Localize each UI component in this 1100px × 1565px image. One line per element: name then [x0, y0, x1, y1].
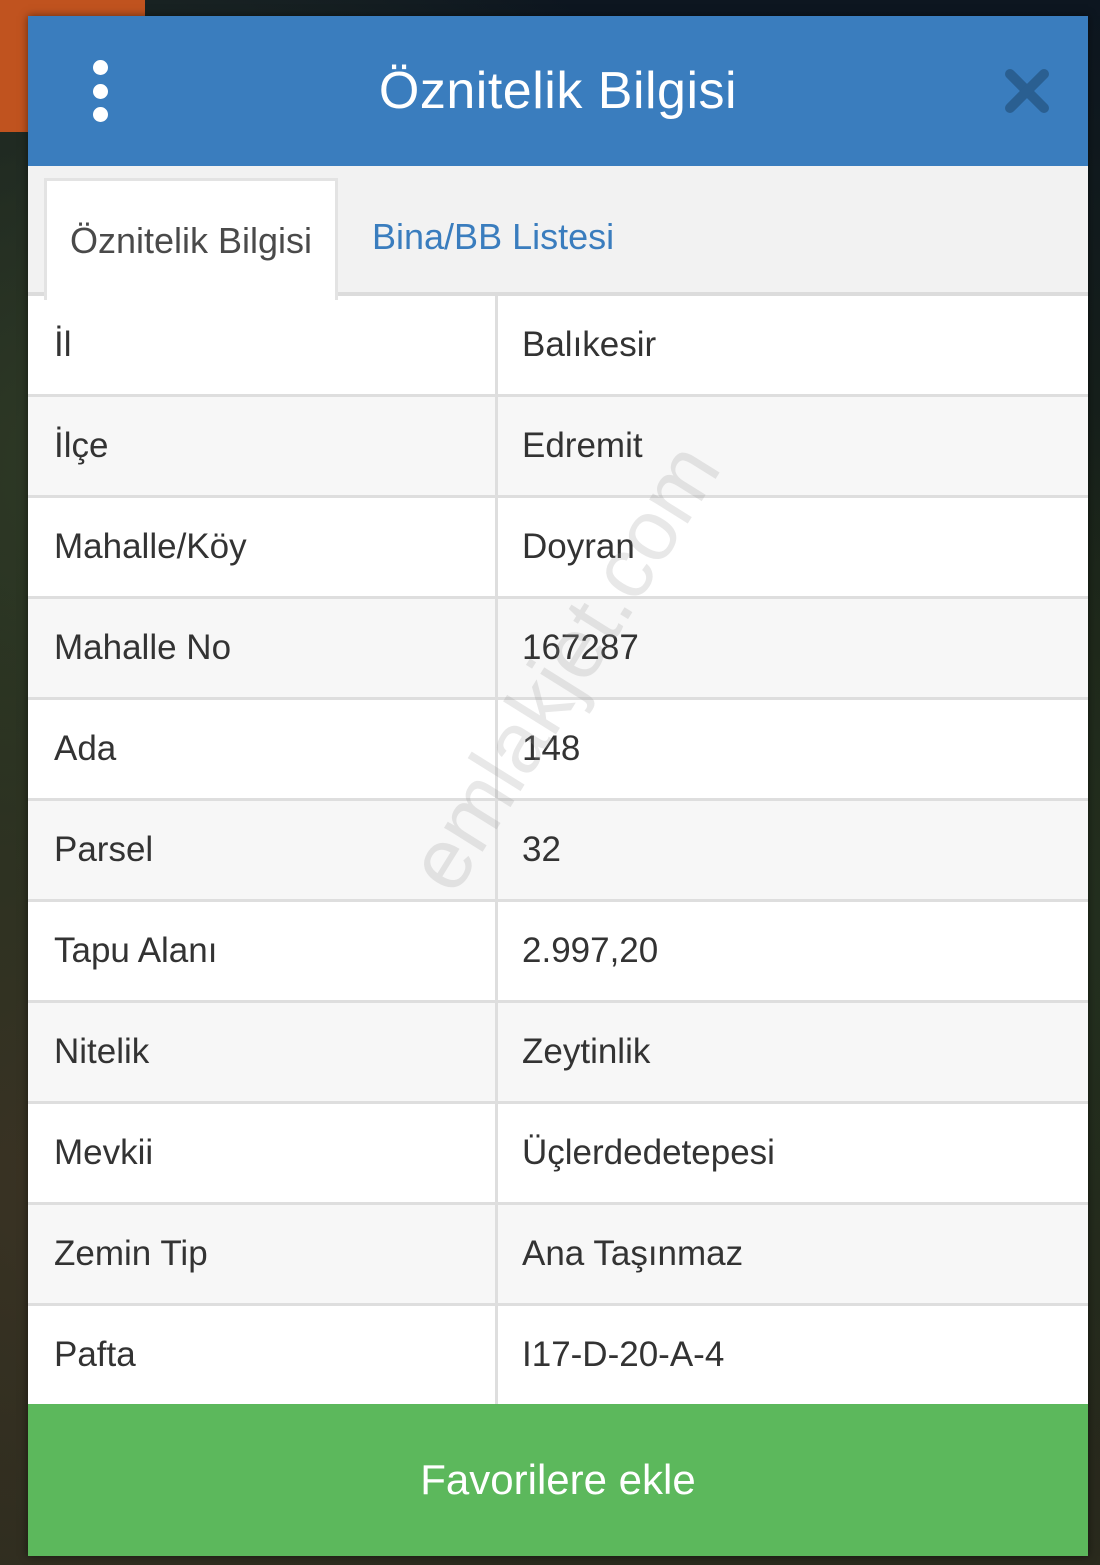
attribute-key: Ada [28, 700, 498, 798]
attribute-value: 148 [498, 700, 1088, 798]
tab-bar: Öznitelik Bilgisi Bina/BB Listesi [28, 166, 1088, 300]
attribute-key: Nitelik [28, 1003, 498, 1101]
vertical-dots-icon-dot [92, 83, 108, 99]
attribute-value: Edremit [498, 397, 1088, 495]
attribute-key: Tapu Alanı [28, 902, 498, 1000]
attribute-value: 32 [498, 801, 1088, 899]
vertical-dots-icon-dot [92, 107, 108, 122]
attribute-key: Zemin Tip [28, 1205, 498, 1303]
tab-building-list[interactable]: Bina/BB Listesi [372, 178, 614, 296]
attribute-key: Mevkii [28, 1104, 498, 1202]
attribute-key: Mahalle/Köy [28, 498, 498, 596]
table-row: Mahalle No 167287 [28, 599, 1088, 700]
attribute-table: İl Balıkesir İlçe Edremit Mahalle/Köy Doyran M… [28, 296, 1088, 1407]
table-row: İl Balıkesir [28, 296, 1088, 397]
attribute-value: Üçlerdedetepesi [498, 1104, 1088, 1202]
attribute-value: 2.997,20 [498, 902, 1088, 1000]
attribute-key: Mahalle No [28, 599, 498, 697]
attribute-value: I17-D-20-A-4 [498, 1306, 1088, 1404]
table-row: Tapu Alanı 2.997,20 [28, 902, 1088, 1003]
close-icon [1005, 69, 1049, 113]
attribute-value: Zeytinlik [498, 1003, 1088, 1101]
dialog-header: Öznitelik Bilgisi [28, 16, 1088, 166]
table-row: Zemin Tip Ana Taşınmaz [28, 1205, 1088, 1306]
attribute-key: İl [28, 296, 498, 394]
add-to-favorites-button[interactable]: Favorilere ekle [28, 1404, 1088, 1556]
table-row: İlçe Edremit [28, 397, 1088, 498]
close-button[interactable] [1002, 66, 1052, 116]
table-row: Mahalle/Köy Doyran [28, 498, 1088, 599]
table-row: Pafta I17-D-20-A-4 [28, 1306, 1088, 1407]
attribute-dialog: Öznitelik Bilgisi Öznitelik Bilgisi Bina… [28, 16, 1088, 1556]
attribute-key: Pafta [28, 1306, 498, 1404]
dialog-title: Öznitelik Bilgisi [378, 62, 738, 120]
menu-button[interactable] [80, 60, 120, 122]
attribute-key: Parsel [28, 801, 498, 899]
attribute-value: Doyran [498, 498, 1088, 596]
attribute-key: İlçe [28, 397, 498, 495]
table-row: Mevkii Üçlerdedetepesi [28, 1104, 1088, 1205]
vertical-dots-icon [92, 60, 108, 75]
attribute-value: Ana Taşınmaz [498, 1205, 1088, 1303]
table-row: Parsel 32 [28, 801, 1088, 902]
attribute-value: 167287 [498, 599, 1088, 697]
table-row: Nitelik Zeytinlik [28, 1003, 1088, 1104]
table-row: Ada 148 [28, 700, 1088, 801]
attribute-value: Balıkesir [498, 296, 1088, 394]
tab-attribute-info[interactable]: Öznitelik Bilgisi [44, 178, 338, 300]
